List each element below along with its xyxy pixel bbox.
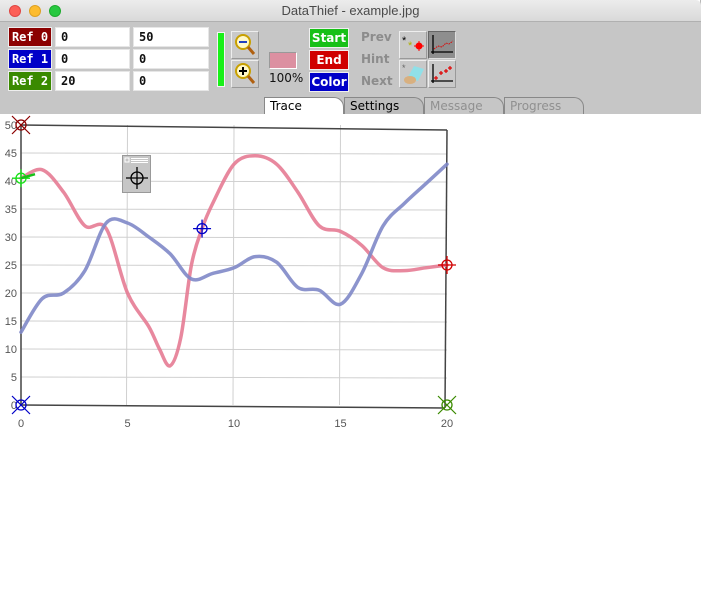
crosshair-icon bbox=[124, 157, 148, 189]
gridline-y bbox=[20, 348, 448, 351]
ref1-y-field[interactable]: 0 bbox=[133, 49, 209, 69]
zoom-in-icon bbox=[235, 63, 256, 84]
trace-color-swatch[interactable] bbox=[269, 52, 297, 69]
image-canvas[interactable]: 0 5 10 15 20 25 30 35 40 45 50 0 5 10 15 20 bbox=[0, 114, 701, 600]
eraser-icon: * bbox=[402, 63, 424, 84]
gridline-y bbox=[20, 320, 448, 323]
title-bar: DataThief - example.jpg bbox=[0, 0, 701, 22]
status-indicator-bar bbox=[217, 32, 225, 87]
ref0-x-field[interactable]: 0 bbox=[55, 27, 130, 47]
svg-text:*: * bbox=[402, 63, 406, 73]
y-tick-label: 35 bbox=[5, 204, 17, 216]
prev-button[interactable]: Prev bbox=[361, 30, 392, 44]
ref2-marker[interactable] bbox=[437, 395, 457, 415]
ref1-x-field[interactable]: 0 bbox=[55, 49, 130, 69]
svg-text:*: * bbox=[408, 40, 413, 52]
ref2-y-field[interactable]: 0 bbox=[133, 71, 209, 91]
x-axis bbox=[20, 404, 446, 409]
gridline-x bbox=[339, 124, 341, 406]
y-tick-label: 20 bbox=[5, 288, 17, 300]
x-tick-label: 5 bbox=[124, 418, 130, 430]
curve-mode-button[interactable] bbox=[428, 31, 456, 59]
cursor-magnifier-window[interactable] bbox=[122, 155, 151, 193]
zoom-out-icon bbox=[235, 34, 256, 55]
next-button[interactable]: Next bbox=[361, 74, 393, 88]
ref2-x-field[interactable]: 20 bbox=[55, 71, 130, 91]
line-chart-icon bbox=[431, 35, 454, 54]
scatter-stars-icon: * * bbox=[402, 35, 424, 52]
ref1-button[interactable]: Ref 1 bbox=[8, 49, 52, 69]
x-tick-label: 10 bbox=[228, 418, 240, 430]
point-mode-button[interactable]: * * bbox=[399, 31, 427, 59]
start-button[interactable]: Start bbox=[309, 28, 349, 48]
zoom-in-button[interactable] bbox=[231, 60, 259, 88]
tab-message[interactable]: Message bbox=[424, 97, 504, 114]
gridline-y bbox=[20, 292, 448, 295]
window-title: DataThief - example.jpg bbox=[281, 3, 420, 18]
zoom-out-button[interactable] bbox=[231, 31, 259, 59]
ref2-button[interactable]: Ref 2 bbox=[8, 71, 52, 91]
zoom-level: 100% bbox=[269, 71, 304, 85]
tab-progress[interactable]: Progress bbox=[504, 97, 584, 114]
y-tick-label: 10 bbox=[5, 344, 17, 356]
end-button[interactable]: End bbox=[309, 50, 349, 70]
points-mode-button[interactable] bbox=[428, 60, 456, 88]
ref0-y-field[interactable]: 50 bbox=[133, 27, 209, 47]
tab-settings[interactable]: Settings bbox=[344, 97, 424, 114]
y-tick-label: 25 bbox=[5, 260, 17, 272]
color-marker[interactable] bbox=[193, 219, 212, 238]
x-tick-label: 15 bbox=[334, 418, 346, 430]
gridline-y bbox=[20, 376, 448, 379]
color-button[interactable]: Color bbox=[309, 72, 349, 92]
x-tick-label: 20 bbox=[441, 418, 453, 430]
points-chart-icon bbox=[431, 64, 453, 83]
eraser-mode-button[interactable]: * bbox=[399, 60, 427, 88]
tab-trace[interactable]: Trace bbox=[264, 97, 344, 114]
ref0-button[interactable]: Ref 0 bbox=[8, 27, 52, 47]
end-marker[interactable] bbox=[438, 256, 456, 274]
x-tick-label: 0 bbox=[18, 418, 24, 430]
datathief-window: DataThief - example.jpg Ref 0 0 50 Ref 1… bbox=[0, 0, 701, 600]
y-tick-label: 5 bbox=[11, 372, 17, 384]
y-tick-label: 15 bbox=[5, 316, 17, 328]
y-tick-label: 30 bbox=[5, 232, 17, 244]
svg-text:*: * bbox=[402, 35, 407, 47]
y-tick-label: 45 bbox=[5, 148, 17, 160]
toolbar: Ref 0 0 50 Ref 1 0 0 Ref 2 20 0 100% Sta… bbox=[0, 22, 701, 114]
chart-svg: 051015202530354045500 5 10 15 20 bbox=[5, 115, 457, 430]
hint-button[interactable]: Hint bbox=[361, 52, 389, 66]
